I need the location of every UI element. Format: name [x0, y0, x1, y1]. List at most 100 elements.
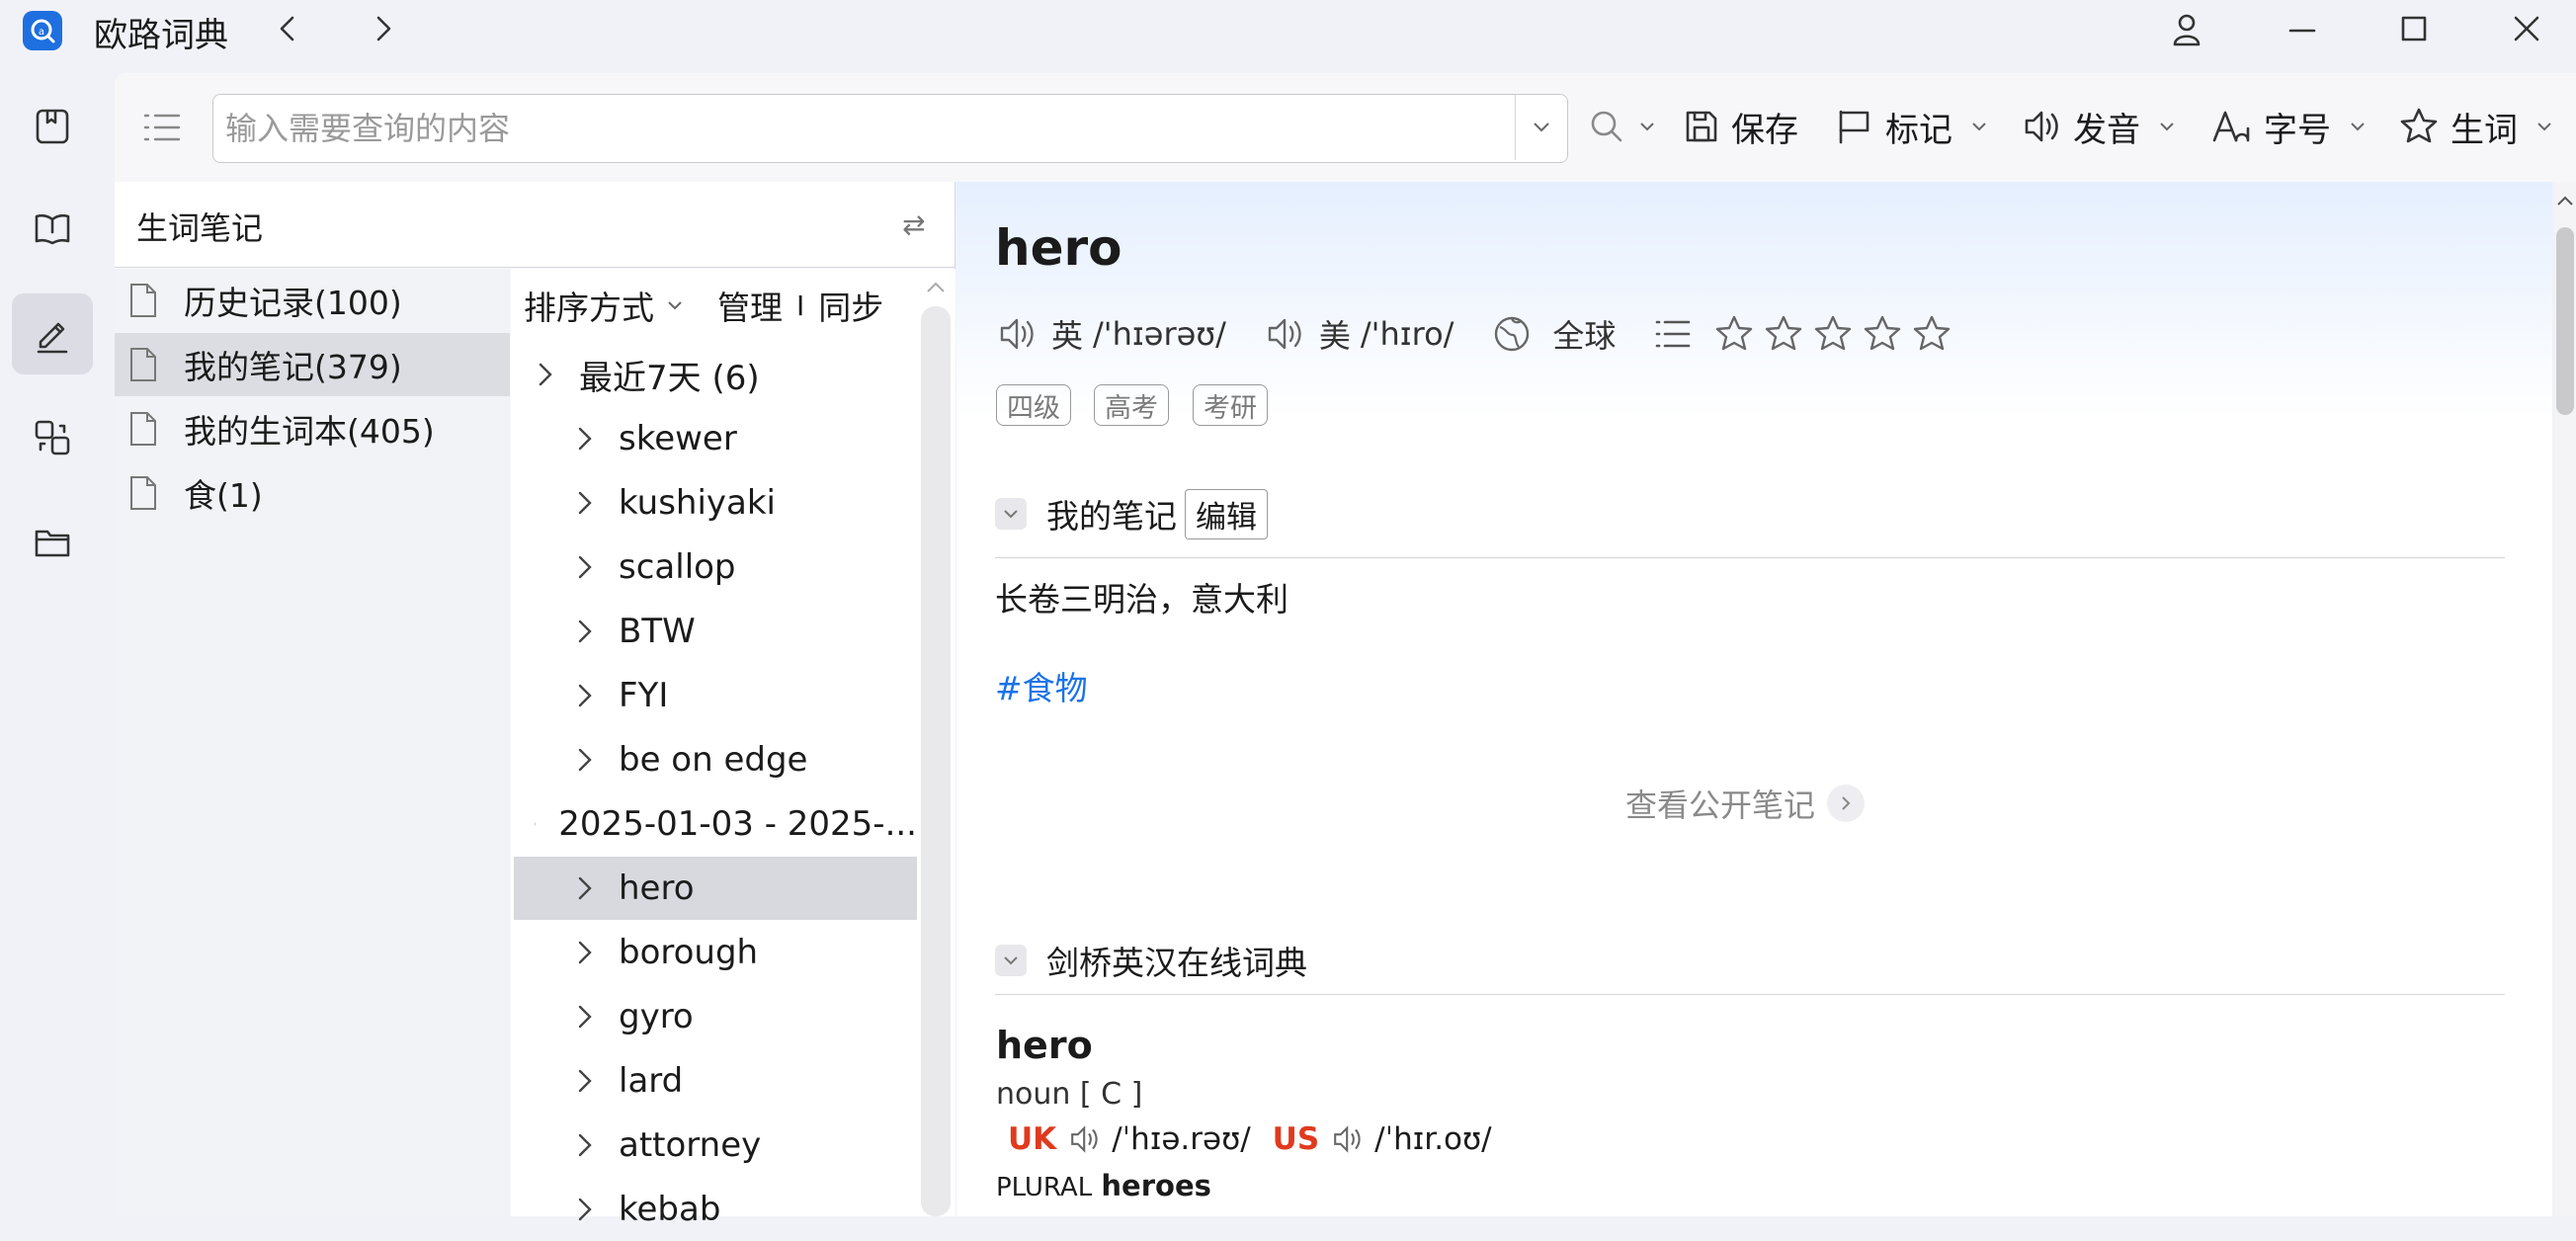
- globe-icon[interactable]: [1491, 313, 1533, 355]
- document-icon: [130, 412, 156, 446]
- notebook-item[interactable]: 食(1): [115, 461, 510, 525]
- chevron-down-icon: [2160, 123, 2174, 131]
- search-icon: [1591, 111, 1622, 142]
- star-rating[interactable]: [1712, 313, 1959, 355]
- back-icon[interactable]: [275, 14, 300, 43]
- rail-notes-button[interactable]: [12, 293, 93, 374]
- star-icon[interactable]: [1861, 313, 1904, 355]
- sort-label: 排序方式: [524, 289, 654, 327]
- word-group-row[interactable]: 2025-01-03 - 2025-...: [514, 792, 917, 856]
- notebook-item[interactable]: 我的笔记(379): [115, 333, 510, 396]
- scroll-up-icon[interactable]: [2553, 192, 2576, 209]
- chevron-down-icon: [1534, 123, 1549, 132]
- word-row[interactable]: kushiyaki: [514, 471, 917, 535]
- mark-button[interactable]: 标记: [1834, 95, 1988, 158]
- rail-dictionary-button[interactable]: [12, 86, 93, 167]
- rail-files-button[interactable]: [12, 502, 93, 583]
- chevron-right-icon[interactable]: [573, 424, 597, 454]
- word-row[interactable]: scallop: [514, 536, 917, 599]
- uk-speaker-icon[interactable]: [996, 314, 1039, 354]
- chevron-down-icon: [1004, 510, 1018, 519]
- word-row[interactable]: be on edge: [514, 728, 917, 791]
- font-size-button[interactable]: 字号: [2210, 95, 2367, 158]
- word-row[interactable]: lard: [514, 1049, 917, 1113]
- chevron-down-icon: [668, 301, 682, 310]
- star-icon[interactable]: [1712, 313, 1756, 355]
- search-input[interactable]: [223, 95, 1502, 162]
- headword: hero: [995, 219, 1122, 277]
- word-row[interactable]: gyro: [514, 985, 917, 1048]
- chevron-right-icon[interactable]: [573, 552, 597, 582]
- chevron-right-icon[interactable]: [573, 681, 597, 710]
- section-divider: [995, 994, 2505, 995]
- star-icon[interactable]: [1910, 313, 1953, 355]
- maximize-icon[interactable]: [2399, 14, 2429, 43]
- rail-translate-button[interactable]: [12, 397, 93, 478]
- note-tag-link[interactable]: #食物: [995, 662, 1088, 709]
- minimize-icon[interactable]: [2286, 16, 2318, 45]
- svg-text:a: a: [39, 27, 44, 38]
- wordbook-button[interactable]: 生词: [2397, 95, 2553, 158]
- sort-button[interactable]: 排序方式: [524, 282, 684, 329]
- chevron-down-icon: [1640, 123, 1654, 131]
- us-speaker-icon[interactable]: [1264, 314, 1307, 354]
- chevron-right-icon[interactable]: [573, 873, 597, 903]
- flag-icon: [1839, 110, 1870, 144]
- uk-audio-icon[interactable]: [1068, 1123, 1102, 1155]
- manage-button[interactable]: 管理: [717, 282, 783, 329]
- star-icon[interactable]: [1762, 313, 1805, 355]
- chevron-right-icon[interactable]: [573, 745, 597, 775]
- rail-reading-button[interactable]: [12, 189, 93, 270]
- star-icon[interactable]: [1811, 313, 1855, 355]
- word-row[interactable]: kebab: [514, 1178, 917, 1241]
- forward-icon[interactable]: [371, 14, 396, 43]
- exam-tag: 考研: [1193, 384, 1268, 426]
- word-row-label: kebab: [619, 1190, 721, 1229]
- search-history-dropdown[interactable]: [1515, 95, 1567, 160]
- scroll-up-icon[interactable]: [923, 279, 949, 296]
- close-icon[interactable]: [2512, 14, 2541, 43]
- global-label[interactable]: 全球: [1552, 311, 1616, 357]
- chevron-right-icon[interactable]: [573, 1195, 597, 1224]
- chevron-right-icon[interactable]: [573, 1002, 597, 1032]
- word-row[interactable]: skewer: [514, 407, 917, 470]
- chevron-right-icon[interactable]: [534, 360, 557, 389]
- word-row-label: attorney: [619, 1125, 762, 1165]
- content-scrollbar-thumb[interactable]: [2556, 227, 2574, 415]
- save-button[interactable]: 保存: [1682, 95, 1798, 158]
- app-logo-icon: a: [22, 10, 63, 51]
- collapse-toggle[interactable]: [995, 945, 1027, 976]
- chevron-right-icon[interactable]: [573, 1066, 597, 1096]
- swap-view-icon[interactable]: ⇄: [902, 208, 925, 241]
- word-row[interactable]: attorney: [514, 1114, 917, 1177]
- chevron-right-icon[interactable]: [573, 938, 597, 967]
- notebook-item[interactable]: 历史记录(100): [115, 269, 510, 332]
- user-icon[interactable]: [2170, 12, 2203, 47]
- collapse-toggle[interactable]: [995, 498, 1027, 530]
- chevron-right-icon[interactable]: [534, 809, 537, 839]
- word-list-scrollbar[interactable]: [921, 306, 951, 1216]
- word-row[interactable]: FYI: [514, 664, 917, 727]
- search-button[interactable]: [1587, 95, 1656, 158]
- word-row[interactable]: hero: [514, 857, 917, 920]
- chevron-right-icon[interactable]: [573, 488, 597, 518]
- word-row[interactable]: BTW: [514, 600, 917, 663]
- us-label: 美: [1318, 317, 1351, 355]
- list-icon[interactable]: [1653, 314, 1693, 354]
- pronounce-button[interactable]: 发音: [2022, 95, 2176, 158]
- menu-list-icon[interactable]: [142, 111, 182, 144]
- chevron-right-icon[interactable]: [573, 617, 597, 646]
- search-box[interactable]: [212, 94, 1568, 163]
- word-group-row[interactable]: 最近7天 (6): [514, 343, 917, 406]
- chevron-right-icon[interactable]: [573, 1130, 597, 1160]
- public-notes-link[interactable]: 查看公开笔记: [1625, 781, 1866, 826]
- word-row-label: BTW: [619, 612, 696, 651]
- document-icon: [130, 284, 156, 317]
- sync-button[interactable]: 同步: [818, 282, 883, 329]
- plural-form: PLURAL heroes: [996, 1169, 1211, 1202]
- edit-note-button[interactable]: 编辑: [1185, 488, 1268, 539]
- us-audio-icon[interactable]: [1331, 1123, 1365, 1155]
- notebook-item[interactable]: 我的生词本(405): [115, 397, 510, 460]
- divider: I: [796, 289, 805, 322]
- word-row[interactable]: borough: [514, 921, 917, 984]
